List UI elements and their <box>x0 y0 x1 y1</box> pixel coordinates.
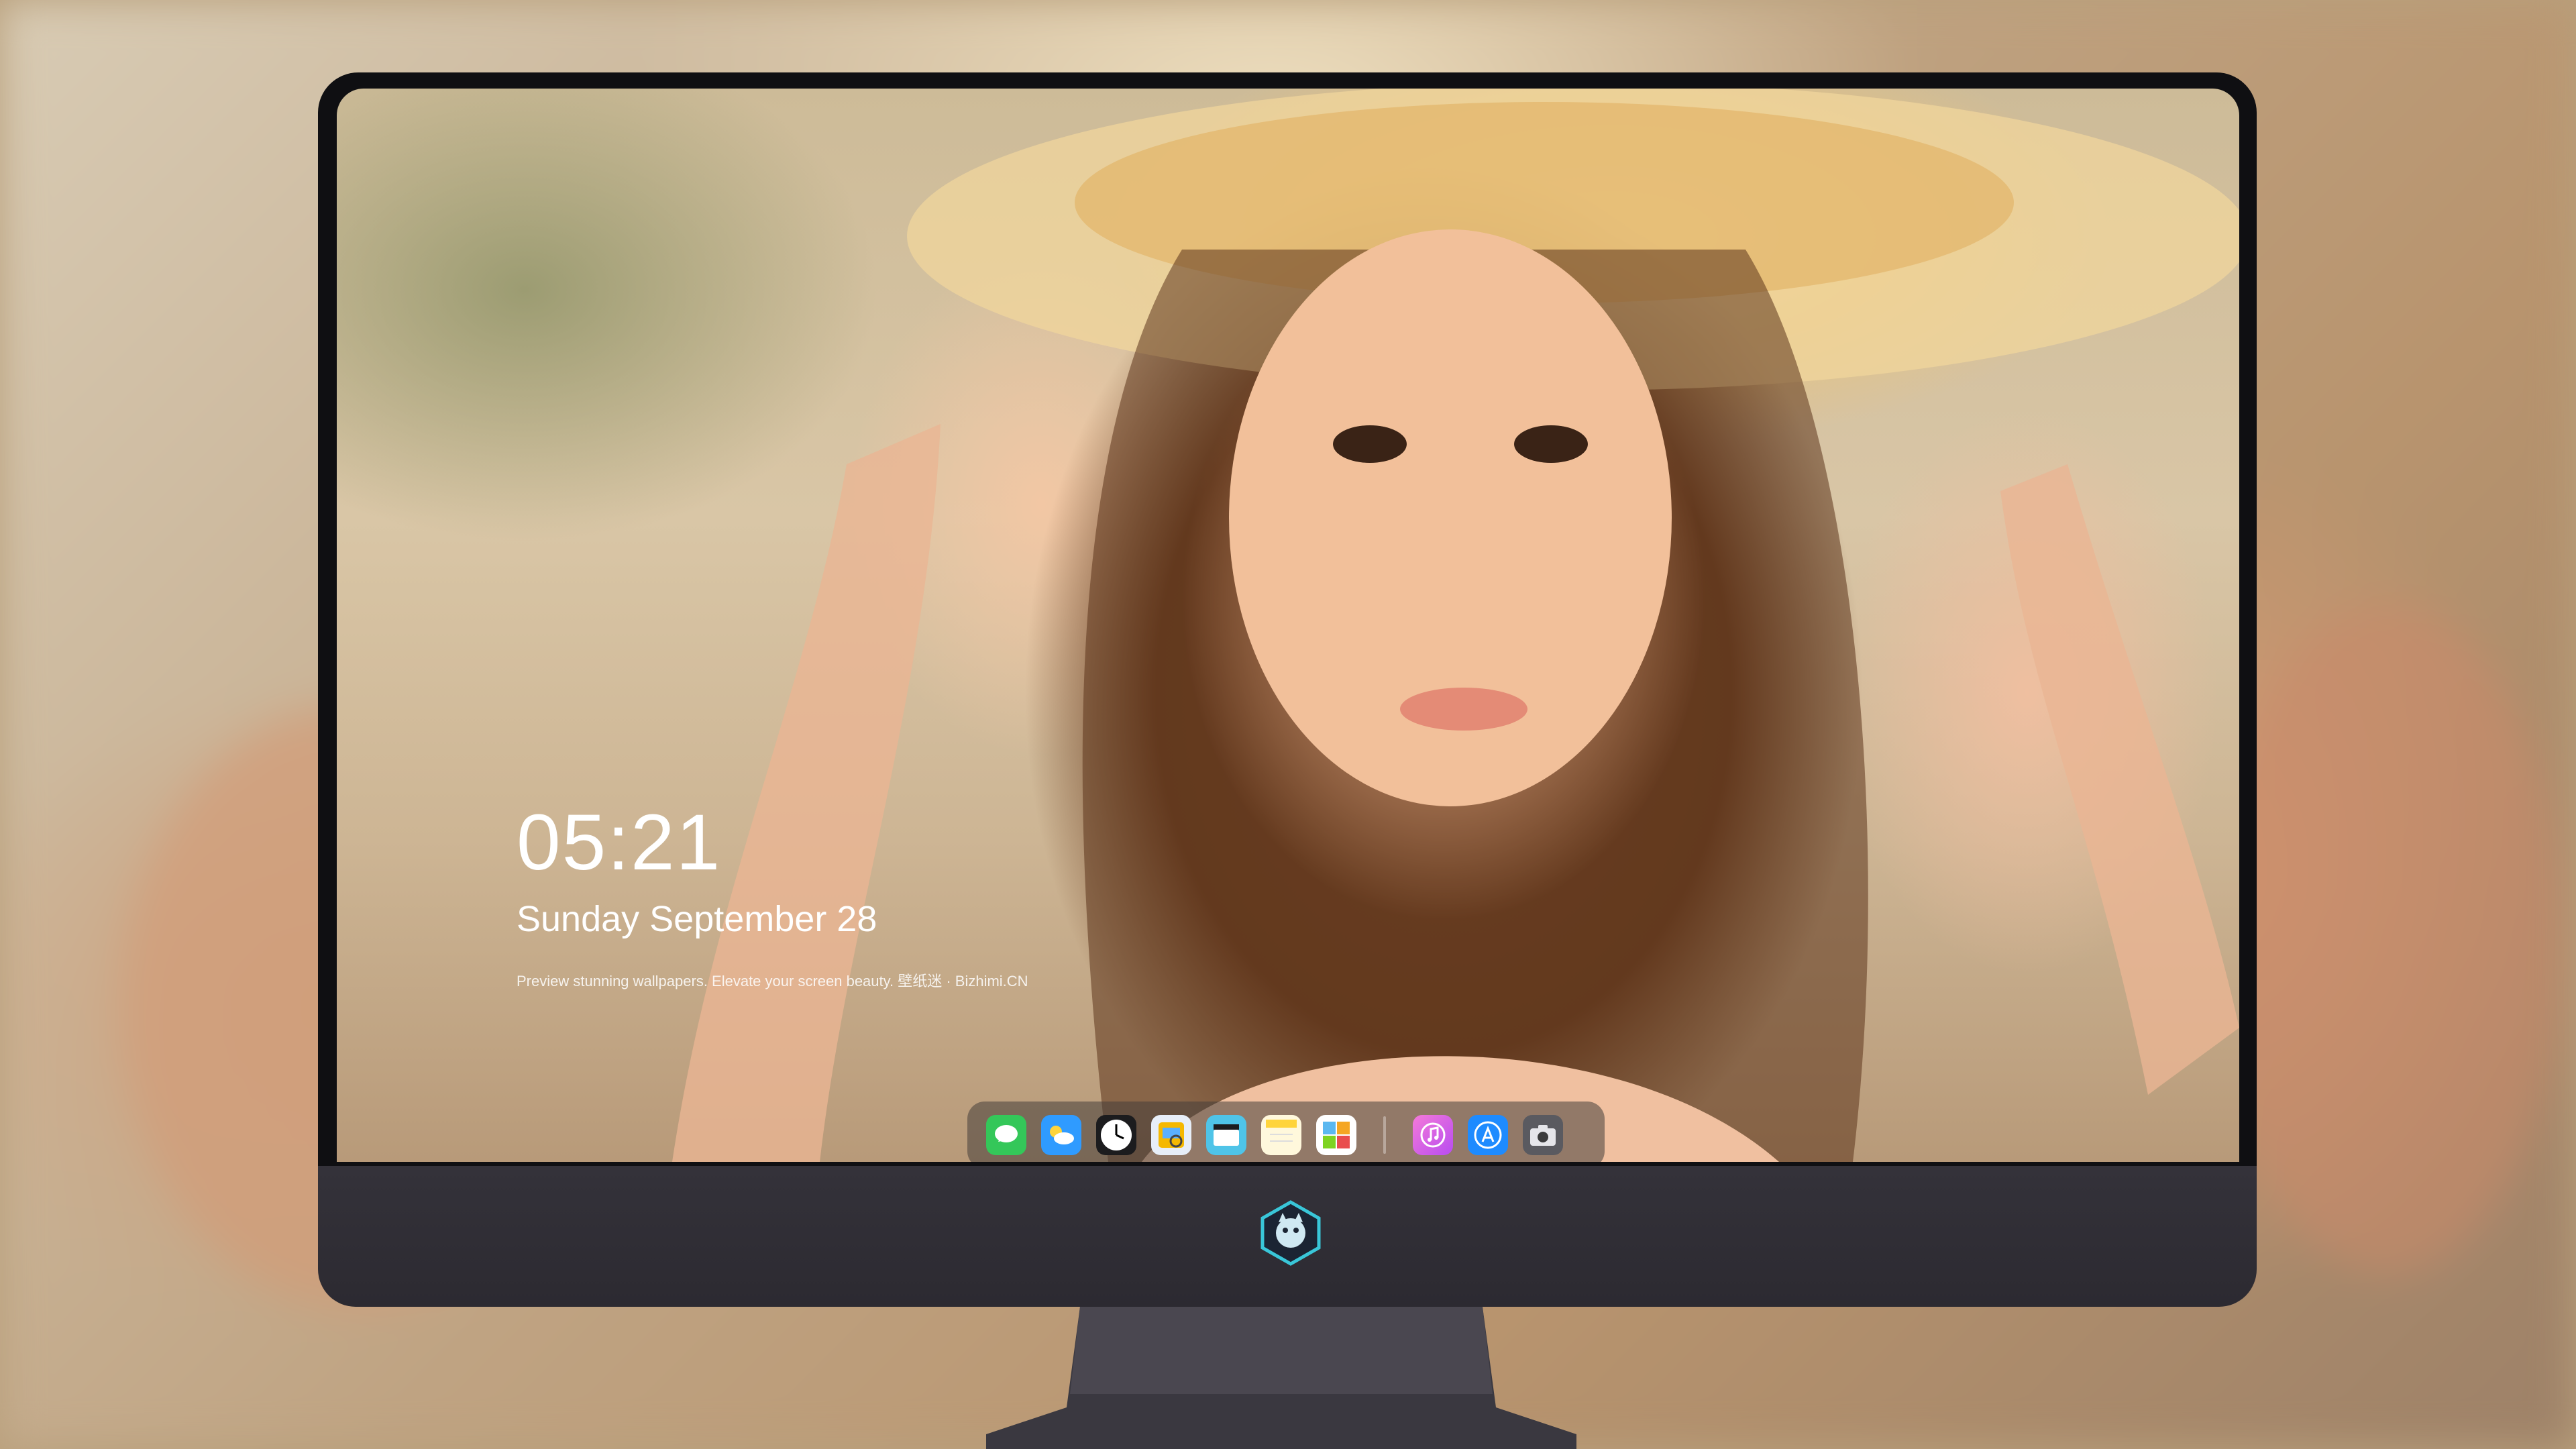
monitor: 05:21 Sunday September 28 Preview stunni… <box>318 72 2257 1307</box>
dock <box>967 1102 1605 1162</box>
clips-icon[interactable] <box>1206 1115 1246 1155</box>
messages-icon[interactable] <box>986 1115 1026 1155</box>
clock-time: 05:21 <box>517 798 722 887</box>
screenshot-icon[interactable] <box>1523 1115 1563 1155</box>
music-icon[interactable] <box>1413 1115 1453 1155</box>
hexagon-mascot-logo <box>1260 1200 1321 1266</box>
wallpaper-image <box>672 89 2239 1162</box>
lock-screen-info: 05:21 Sunday September 28 Preview stunni… <box>517 803 1028 991</box>
clock-date: Sunday September 28 <box>517 899 877 939</box>
monitor-stand <box>986 1307 1576 1449</box>
clock-icon[interactable] <box>1096 1115 1136 1155</box>
weather-icon[interactable] <box>1041 1115 1081 1155</box>
dock-separator <box>1383 1116 1386 1154</box>
photo-booth-icon[interactable] <box>1316 1115 1356 1155</box>
desktop-screen: 05:21 Sunday September 28 Preview stunni… <box>337 89 2239 1162</box>
preview-icon[interactable] <box>1151 1115 1191 1155</box>
notes-icon[interactable] <box>1261 1115 1301 1155</box>
app-store-icon[interactable] <box>1468 1115 1508 1155</box>
wallpaper-tagline: Preview stunning wallpapers. Elevate you… <box>517 973 1028 989</box>
